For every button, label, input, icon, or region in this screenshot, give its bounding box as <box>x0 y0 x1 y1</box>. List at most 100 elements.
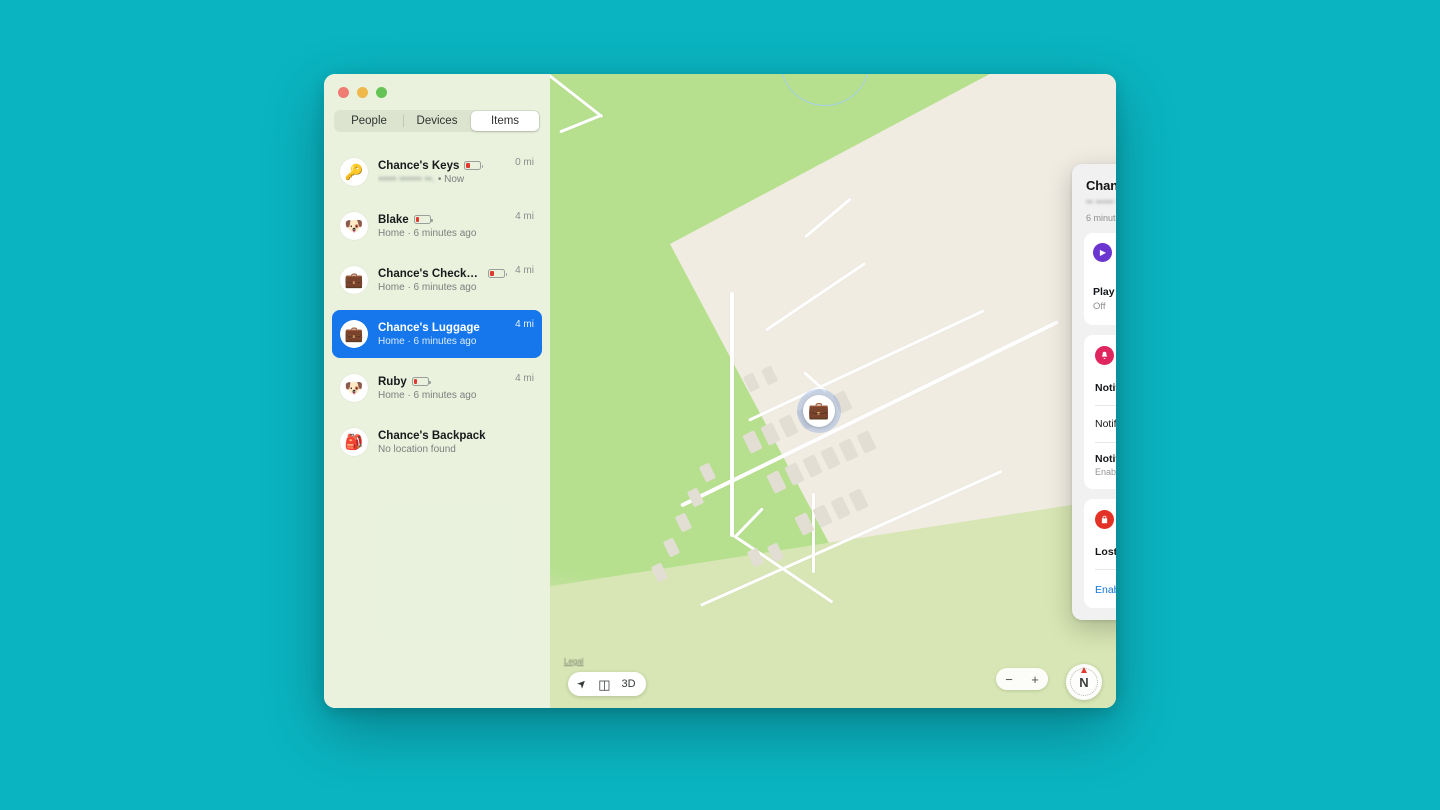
list-item-titleline: Chance's Backpack <box>378 430 524 442</box>
tab-people-label: People <box>351 115 387 127</box>
briefcase-glyph: 💼 <box>344 272 364 289</box>
lost-mode-header: Lost Mode <box>1084 499 1116 569</box>
list-item-subtitle: ••••• •••••• ••. • Now <box>378 174 505 185</box>
play-sound-card[interactable]: ▶ Play Sound Off <box>1084 233 1116 325</box>
map-3d-button[interactable]: 3D <box>622 678 636 690</box>
list-item-content: Blake Home · 6 minutes ago <box>378 214 505 239</box>
backpack-emoji-icon: 🎒 <box>340 428 368 456</box>
list-item-time: • Now <box>437 173 465 185</box>
dog-glyph: 🐶 <box>344 380 364 397</box>
detail-address: •• ••••• ••• Waco, TX 76706 <box>1086 197 1116 208</box>
list-item-titleline: Chance's Keys <box>378 160 505 172</box>
detail-address-redacted: •• ••••• ••• <box>1086 197 1116 208</box>
dog-emoji-icon: 🐶 <box>340 374 368 402</box>
list-item-title: Chance's Keys <box>378 159 460 172</box>
list-item-content: Chance's Backpack No location found <box>378 430 524 455</box>
map-item-marker[interactable]: 💼 <box>797 389 841 433</box>
list-item-chances-keys[interactable]: 🔑 Chance's Keys ••••• •••••• ••. • Now 0… <box>332 148 542 196</box>
detail-timestamp: 6 minutes ago <box>1086 213 1116 223</box>
play-sound-status: Off <box>1093 301 1106 313</box>
list-item-subtitle: Home · 6 minutes ago <box>378 389 477 401</box>
briefcase-glyph: 💼 <box>344 326 364 343</box>
battery-low-icon <box>411 377 431 386</box>
notify-when-left-behind-text: Notify When Left Behind Enabled for “Cha… <box>1095 453 1116 479</box>
battery-low-icon <box>413 215 433 224</box>
detail-header: Chance's Luggage •• ••••• ••• Waco, TX 7… <box>1084 178 1116 223</box>
list-item-title: Chance's Luggage <box>378 321 480 334</box>
tab-devices-label: Devices <box>416 115 458 127</box>
list-item-subtitle: Home · 6 minutes ago <box>378 281 477 293</box>
play-sound-title: Play Sound <box>1093 286 1116 299</box>
list-item-content: Chance's Keys ••••• •••••• ••. • Now <box>378 160 505 185</box>
zoom-out-button[interactable]: − <box>1005 673 1013 686</box>
bell-icon-svg <box>1101 351 1108 359</box>
notifications-heading: Notifications <box>1095 382 1116 394</box>
key-emoji-icon: 🔑 <box>340 158 368 186</box>
detail-action-cards: ▶ Play Sound Off ➦ Directions 5.8 miles … <box>1084 233 1116 325</box>
list-item-ruby[interactable]: 🐶 Ruby Home · 6 minutes ago 4 mi <box>332 364 542 412</box>
item-detail-panel: Chance's Luggage •• ••••• ••• Waco, TX 7… <box>1072 164 1116 620</box>
items-list: 🔑 Chance's Keys ••••• •••••• ••. • Now 0… <box>324 148 550 708</box>
close-window-button[interactable] <box>338 87 349 98</box>
notify-when-found-label: Notify When Found <box>1095 418 1116 430</box>
dog-glyph: 🐶 <box>344 218 364 235</box>
marker-briefcase-icon: 💼 <box>803 395 835 427</box>
list-item-chances-checked-luggage[interactable]: 💼 Chance's Checked L... Home · 6 minutes… <box>332 256 542 304</box>
map-style-icon[interactable]: ◫ <box>598 678 610 691</box>
locate-me-icon[interactable]: ➤ <box>575 676 590 691</box>
list-item-title: Ruby <box>378 375 407 388</box>
backpack-glyph: 🎒 <box>344 434 364 451</box>
notify-when-left-behind-row[interactable]: Notify When Left Behind Enabled for “Cha… <box>1084 443 1116 489</box>
list-item-chances-luggage[interactable]: 💼 Chance's Luggage Home · 6 minutes ago … <box>332 310 542 358</box>
briefcase-emoji-icon: 💼 <box>340 266 368 294</box>
notify-when-found-row[interactable]: Notify When Found <box>1084 406 1116 442</box>
list-item-titleline: Chance's Checked L... <box>378 267 508 280</box>
map-legal-link[interactable]: Legal <box>564 657 584 666</box>
map-canvas[interactable]: 💼 Legal ➤ ◫ 3D − + N Chance's Luggage <box>550 74 1116 708</box>
lock-icon-svg <box>1101 515 1108 523</box>
list-item-distance: 4 mi <box>515 211 534 222</box>
zoom-in-button[interactable]: + <box>1031 673 1039 686</box>
list-item-title: Chance's Backpack <box>378 429 486 442</box>
detail-title: Chance's Luggage <box>1086 178 1116 193</box>
notifications-card: Notifications Notify When Found Notify W… <box>1084 335 1116 489</box>
lost-mode-enable-link[interactable]: Enable <box>1095 584 1116 596</box>
list-item-title: Blake <box>378 213 409 226</box>
notify-when-left-behind-label: Notify When Left Behind <box>1095 453 1116 465</box>
lost-mode-heading: Lost Mode <box>1095 545 1116 558</box>
notifications-header: Notifications <box>1084 335 1116 405</box>
list-item-content: Chance's Checked L... Home · 6 minutes a… <box>378 267 508 293</box>
lost-mode-enable-row[interactable]: Enable <box>1084 570 1116 608</box>
list-item-subtitle: Home · 6 minutes ago <box>378 335 477 347</box>
lock-icon <box>1095 509 1114 529</box>
notify-when-left-behind-sublabel: Enabled for “Chance’s iPhone 14” <box>1095 467 1116 477</box>
list-item-titleline: Chance's Luggage <box>378 322 505 334</box>
list-item-distance: 4 mi <box>515 265 534 276</box>
battery-low-icon <box>488 269 508 278</box>
tab-items-label: Items <box>490 115 520 127</box>
list-item-subtitle: No location found <box>378 443 456 455</box>
list-item-titleline: Ruby <box>378 376 505 388</box>
list-item-chances-backpack[interactable]: 🎒 Chance's Backpack No location found <box>332 418 542 466</box>
list-item-address-redacted: ••••• •••••• ••. <box>378 173 436 185</box>
minimize-window-button[interactable] <box>357 87 368 98</box>
map-zoom-controls: − + <box>996 668 1048 690</box>
maximize-window-button[interactable] <box>376 87 387 98</box>
list-item-title: Chance's Checked L... <box>378 267 483 280</box>
list-item-distance: 4 mi <box>515 373 534 384</box>
battery-low-icon <box>464 161 484 170</box>
tab-items[interactable]: Items <box>471 111 539 131</box>
sidebar: People Devices Items 🔑 Chance's Keys •••… <box>324 74 550 708</box>
briefcase-emoji-icon: 💼 <box>340 320 368 348</box>
list-item-distance: 0 mi <box>515 157 534 168</box>
marker-glyph: 💼 <box>808 401 830 420</box>
dog-emoji-icon: 🐶 <box>340 212 368 240</box>
find-my-window: People Devices Items 🔑 Chance's Keys •••… <box>324 74 1116 708</box>
bell-icon <box>1095 346 1114 365</box>
list-item-blake[interactable]: 🐶 Blake Home · 6 minutes ago 4 mi <box>332 202 542 250</box>
map-compass[interactable]: N <box>1066 664 1102 700</box>
tab-people[interactable]: People <box>335 111 403 131</box>
key-glyph: 🔑 <box>344 164 364 181</box>
tab-devices[interactable]: Devices <box>403 111 471 131</box>
compass-north-needle <box>1081 667 1087 673</box>
